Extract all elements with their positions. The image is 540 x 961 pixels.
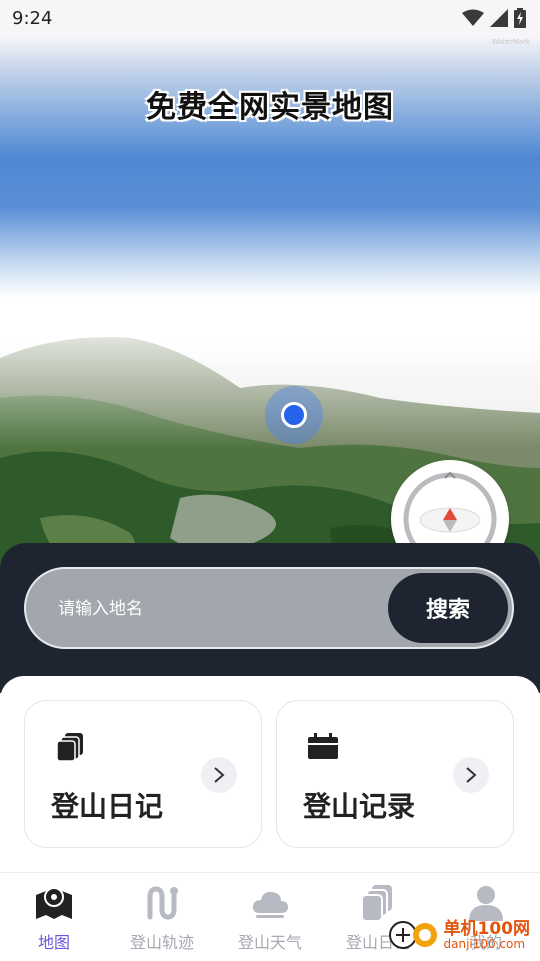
diary-icon: [358, 883, 398, 923]
cloud-icon: [250, 883, 290, 923]
search-button[interactable]: 搜索: [388, 573, 508, 643]
status-time: 9:24: [12, 8, 53, 29]
card-title: 登山记录: [303, 790, 416, 823]
location-dot-icon[interactable]: [265, 386, 323, 444]
wifi-icon: [462, 9, 484, 31]
tab-label: 登山天气: [237, 933, 302, 952]
search-input[interactable]: [56, 569, 380, 649]
quick-entry-section: 登山日记 登山记录: [0, 676, 540, 872]
tab-map[interactable]: 地图: [0, 873, 108, 961]
status-icons: [462, 8, 526, 32]
map-title: 免费全网实景地图: [146, 90, 394, 125]
diary-stack-icon: [55, 731, 87, 763]
card-title: 登山日记: [51, 790, 164, 823]
search-box: 搜索: [24, 567, 514, 649]
signal-icon: [490, 9, 508, 31]
chevron-right-icon[interactable]: [453, 757, 489, 793]
map-view[interactable]: WaterMark 免费全网实景地图: [0, 38, 540, 598]
tab-label: 登山轨迹: [129, 933, 194, 952]
tab-weather[interactable]: 登山天气: [216, 873, 324, 961]
card-mountain-record[interactable]: 登山记录: [276, 700, 514, 848]
battery-charging-icon: [514, 8, 526, 32]
chevron-right-icon[interactable]: [201, 757, 237, 793]
brand-domain: danji100.com: [443, 937, 526, 951]
tab-track[interactable]: 登山轨迹: [108, 873, 216, 961]
user-icon: [466, 883, 506, 923]
search-panel: 搜索: [0, 543, 540, 693]
status-bar: 9:24: [0, 0, 540, 38]
map-watermark: WaterMark: [492, 38, 530, 46]
record-calendar-icon: [307, 731, 339, 763]
brand-name: 单机100网: [443, 919, 531, 939]
tab-label: 地图: [37, 933, 70, 952]
track-icon: [142, 883, 182, 923]
brand-logo-icon: [388, 918, 440, 956]
map-icon: [34, 883, 74, 923]
brand-watermark: 单机100网 danji100.com: [388, 918, 531, 956]
card-mountain-diary[interactable]: 登山日记: [24, 700, 262, 848]
